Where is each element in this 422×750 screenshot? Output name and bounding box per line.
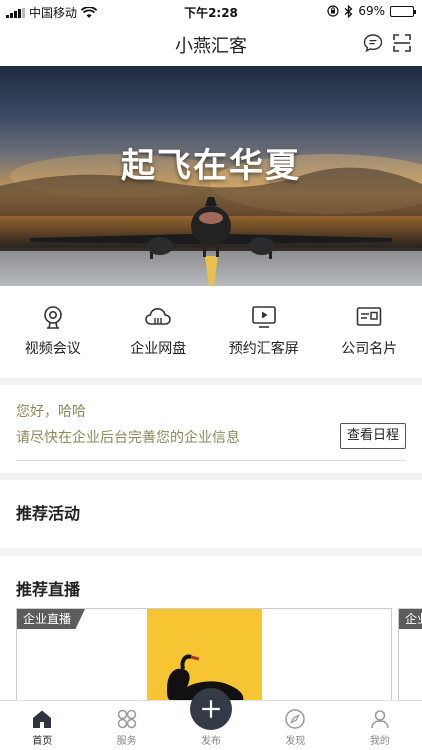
recommended-live-section: 推荐直播 企业直播 企业直播 [0,556,422,706]
tab-publish[interactable]: 发布 [169,688,253,750]
quick-action-video-meeting[interactable]: 视频会议 [0,286,106,378]
quick-actions: 视频会议 企业网盘 预约汇客屏 公司名片 [0,286,422,378]
recommended-activities-section: 推荐活动 [0,480,422,548]
greeting-hello: 您好，哈哈 [16,404,86,420]
quick-action-label: 公司名片 [341,341,398,357]
user-icon [371,710,389,729]
battery-percent: 69% [358,4,385,18]
grid-icon [117,709,136,729]
banner[interactable]: 起飞在华夏 [0,66,422,286]
screen-play-icon [251,306,276,328]
tab-home[interactable]: 首页 [0,701,84,750]
tab-label: 发现 [285,736,306,747]
live-card[interactable]: 企业直播 [398,608,422,706]
tab-bar: 首页 服务 发布 发现 我的 [0,688,422,750]
publish-button[interactable] [190,688,233,730]
live-tag: 企业直播 [17,609,86,629]
tab-label: 我的 [369,736,390,747]
webcam-icon [43,306,62,329]
status-bar: 中国移动 下午2:28 69% [0,0,422,22]
cloud-icon [145,307,172,325]
tab-services[interactable]: 服务 [84,701,168,750]
status-right: 69% [327,4,416,18]
battery-icon [390,5,416,17]
bluetooth-icon [344,4,353,18]
message-icon[interactable] [362,32,384,54]
business-card-icon [356,307,382,326]
tab-discover[interactable]: 发现 [253,701,337,750]
quick-action-cloud-drive[interactable]: 企业网盘 [106,286,212,378]
quick-action-label: 企业网盘 [130,341,187,357]
plus-icon [202,700,220,718]
banner-title: 起飞在华夏 [121,146,301,186]
greeting-panel: 您好，哈哈 请尽快在企业后台完善您的企业信息 查看日程 [0,385,422,473]
compass-icon [285,709,306,729]
quick-action-book-screen[interactable]: 预约汇客屏 [211,286,317,378]
tab-label: 首页 [32,736,53,747]
tab-label: 发布 [201,736,222,747]
section-title-live: 推荐直播 [16,580,81,599]
live-tag: 企业直播 [399,609,422,629]
view-schedule-button[interactable]: 查看日程 [339,423,406,449]
tab-label: 服务 [116,736,137,747]
greeting-message: 请尽快在企业后台完善您的企业信息 [16,430,240,446]
quick-action-business-card[interactable]: 公司名片 [317,286,422,378]
nav-bar: 小燕汇客 [0,22,422,66]
divider [16,460,406,461]
page-title: 小燕汇客 [175,36,247,57]
scan-icon[interactable] [391,32,413,54]
quick-action-label: 预约汇客屏 [228,341,299,357]
home-icon [33,710,52,728]
rotation-lock-icon [327,5,339,17]
quick-action-label: 视频会议 [24,341,81,357]
tab-profile[interactable]: 我的 [338,701,422,750]
section-title-activities: 推荐活动 [16,504,81,523]
